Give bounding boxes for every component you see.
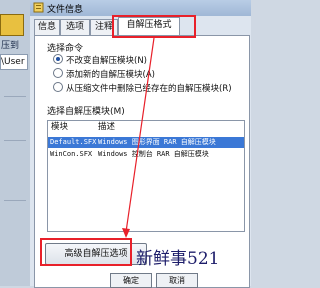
watermark: 新鲜事521 [136, 249, 220, 269]
